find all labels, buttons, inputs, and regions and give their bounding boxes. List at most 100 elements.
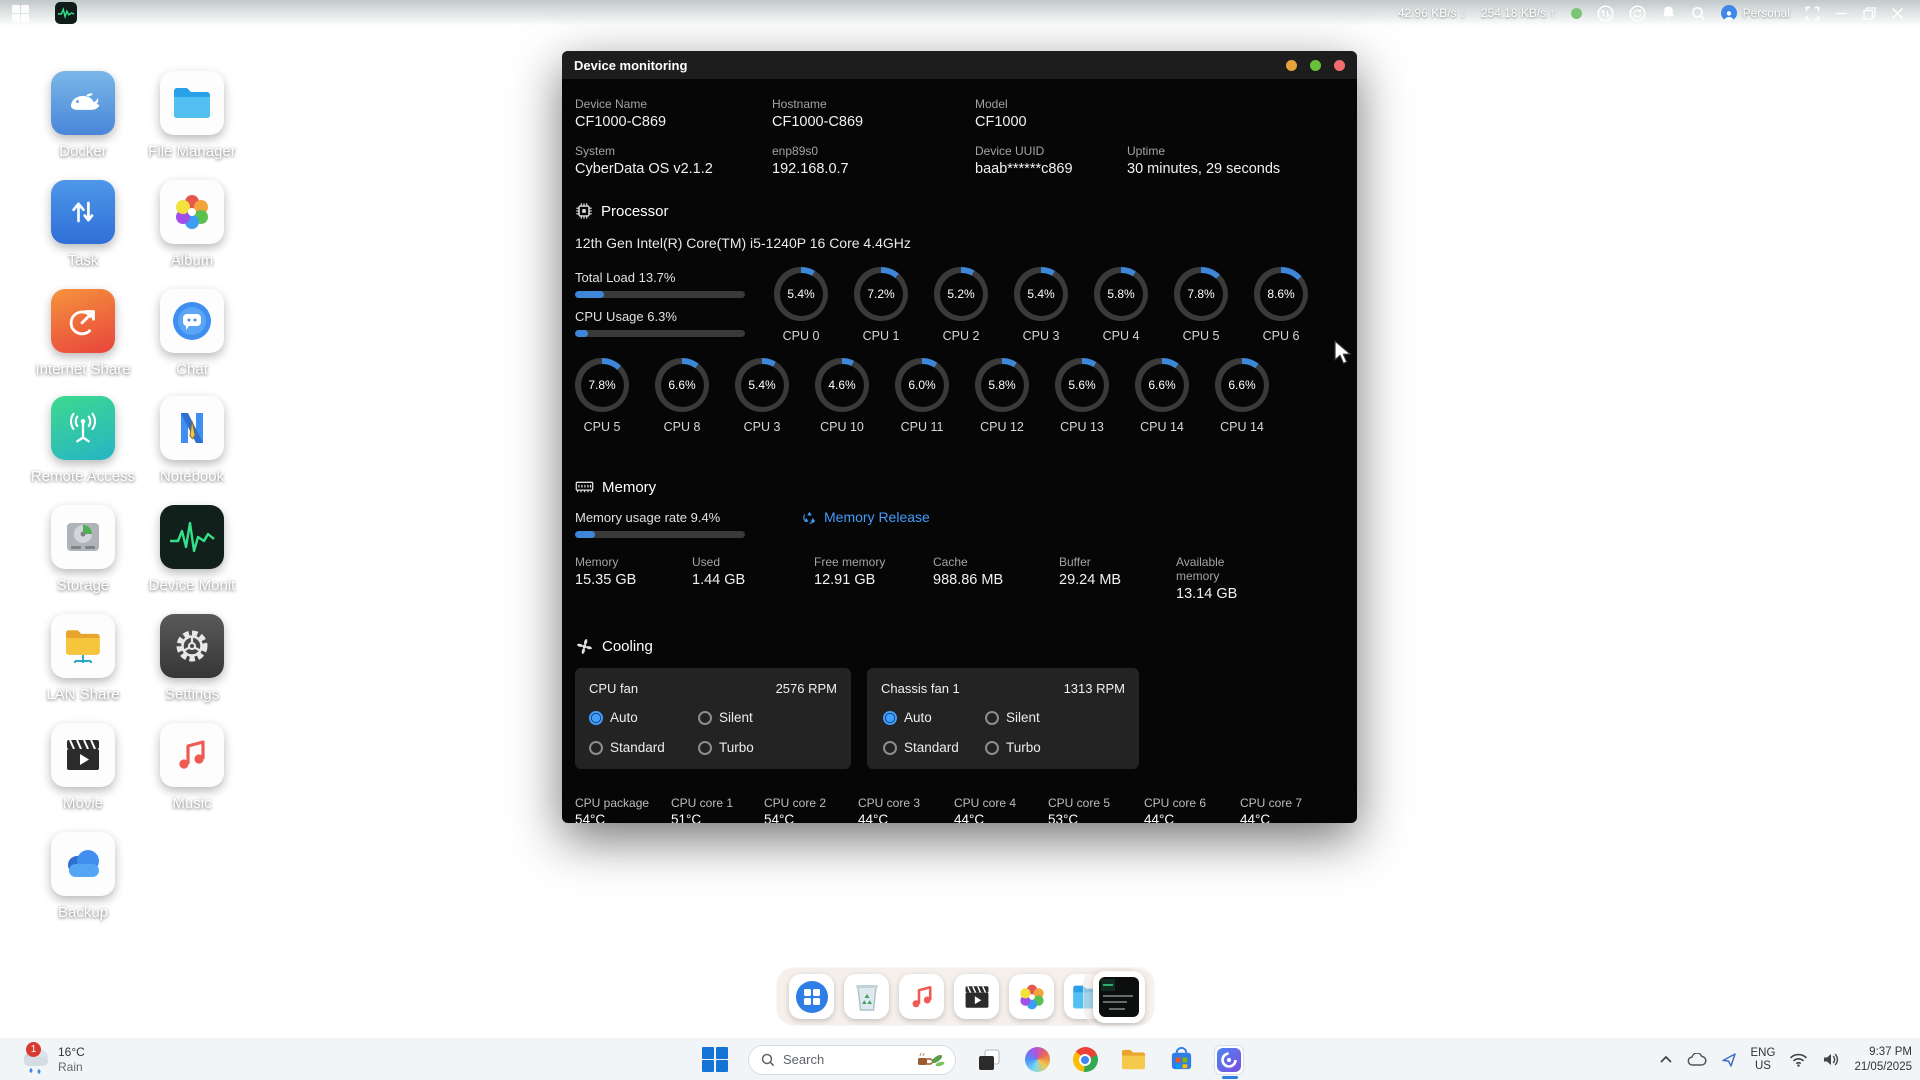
wifi-icon[interactable]: [1789, 1052, 1808, 1067]
processor-section-header: Processor: [575, 202, 669, 220]
chrome-button[interactable]: [1070, 1045, 1100, 1075]
cpu-fan-auto-radio[interactable]: Auto: [589, 710, 638, 725]
dock-recycle-bin[interactable]: [844, 974, 889, 1019]
task-view-icon: [976, 1047, 1002, 1073]
copilot-button[interactable]: [1022, 1045, 1052, 1075]
search-icon: [761, 1053, 775, 1067]
cpu-fan-turbo-radio[interactable]: Turbo: [698, 740, 754, 755]
status-dot-icon: [1571, 8, 1582, 19]
restore-button[interactable]: [1863, 7, 1876, 20]
app-launcher-icon[interactable]: [12, 5, 29, 22]
desktop-icon-album[interactable]: Album: [130, 180, 254, 269]
fan-name: Chassis fan 1: [881, 681, 960, 696]
memory-release-button[interactable]: Memory Release: [802, 509, 930, 525]
chassis-fan-standard-radio[interactable]: Standard: [883, 740, 959, 755]
folder-icon: [171, 85, 213, 121]
user-name-label: Personal: [1743, 6, 1790, 20]
onedrive-cloud-icon[interactable]: [1687, 1053, 1707, 1066]
fan-icon: [575, 637, 594, 656]
desktop-icon-movie[interactable]: Movie: [21, 723, 145, 812]
user-account-button[interactable]: Personal: [1721, 5, 1790, 21]
dock-app-launcher[interactable]: [789, 974, 834, 1019]
hard-disk-icon: [61, 517, 105, 557]
chassis-fan-auto-radio[interactable]: Auto: [883, 710, 932, 725]
language-indicator[interactable]: ENG US: [1751, 1047, 1776, 1073]
hidden-icons-chevron-icon[interactable]: [1659, 1055, 1673, 1064]
desktop-icon-storage[interactable]: Storage: [21, 505, 145, 594]
recycle-icon: [802, 510, 817, 525]
radio-icon: [985, 741, 999, 755]
temp-cpu-core-1: CPU core 151°C: [671, 796, 733, 823]
cpu-gauge: 5.4%CPU 3: [1001, 267, 1081, 343]
chassis-fan-turbo-radio[interactable]: Turbo: [985, 740, 1041, 755]
desktop-icon-music[interactable]: Music: [130, 723, 254, 812]
memory-total-cell: Memory15.35 GB: [575, 555, 636, 589]
music-note-icon: [172, 735, 212, 775]
task-view-button[interactable]: [974, 1045, 1004, 1075]
dock-album[interactable]: [1009, 974, 1054, 1019]
close-button[interactable]: [1891, 7, 1904, 20]
radio-icon: [698, 711, 712, 725]
fullscreen-icon[interactable]: [1805, 6, 1820, 21]
cpu-fan-standard-radio[interactable]: Standard: [589, 740, 665, 755]
nas-app-icon: [1216, 1047, 1242, 1073]
desktop-icon-docker[interactable]: Docker: [21, 71, 145, 160]
memory-free-cell: Free memory12.91 GB: [814, 555, 885, 589]
cpu-gauge: 5.6%CPU 13: [1042, 358, 1122, 434]
desktop-icon-chat[interactable]: Chat: [130, 289, 254, 378]
microsoft-store-button[interactable]: [1166, 1045, 1196, 1075]
date-label: 21/05/2025: [1854, 1060, 1912, 1075]
windows-taskbar: 1 16°C Rain Search: [0, 1037, 1920, 1080]
cpu-gauge-row-1: 5.4%CPU 0 7.2%CPU 1 5.2%CPU 2 5.4%CPU 3 …: [761, 267, 1321, 343]
download-arrow-icon: ↓: [1460, 6, 1466, 20]
desktop-icon-internet-share[interactable]: Internet Share: [21, 289, 145, 378]
model-cell: ModelCF1000: [975, 97, 1027, 131]
clock[interactable]: 9:37 PM 21/05/2025: [1854, 1045, 1912, 1075]
search-icon[interactable]: [1691, 6, 1706, 21]
close-traffic-light[interactable]: [1334, 60, 1345, 71]
sync-icon[interactable]: [1629, 5, 1646, 22]
dock-music[interactable]: [899, 974, 944, 1019]
maximize-traffic-light[interactable]: [1310, 60, 1321, 71]
notifications-bell-icon[interactable]: [1661, 5, 1676, 21]
device-monitor-running-app-icon[interactable]: [55, 2, 77, 24]
desktop-icon-notebook[interactable]: Notebook: [130, 396, 254, 485]
location-icon[interactable]: [1721, 1052, 1737, 1068]
cpu-fan-silent-radio[interactable]: Silent: [698, 710, 753, 725]
upload-arrow-icon: ↑: [1550, 6, 1556, 20]
start-button[interactable]: [700, 1045, 730, 1075]
radio-icon: [985, 711, 999, 725]
window-titlebar[interactable]: Device monitoring: [562, 51, 1357, 79]
cpu-model-text: 12th Gen Intel(R) Core(TM) i5-1240P 16 C…: [575, 235, 911, 251]
desktop-icon-task[interactable]: Task: [21, 180, 145, 269]
minimize-button[interactable]: [1835, 7, 1848, 20]
file-explorer-icon: [1120, 1048, 1147, 1071]
temp-cpu-core-4: CPU core 444°C: [954, 796, 1016, 823]
chassis-fan-silent-radio[interactable]: Silent: [985, 710, 1040, 725]
dock-device-monitor-window-thumbnail[interactable]: [1093, 971, 1145, 1023]
recycle-bin-icon: [852, 981, 882, 1013]
device-name-cell: Device NameCF1000-C869: [575, 97, 666, 131]
weather-widget[interactable]: 1 16°C Rain: [18, 1040, 85, 1080]
search-input[interactable]: Search: [748, 1045, 956, 1075]
desktop-icon-settings[interactable]: Settings: [130, 614, 254, 703]
temp-cpu-package: CPU package54°C: [575, 796, 649, 823]
desktop-icon-remote-access[interactable]: Remote Access: [21, 396, 145, 485]
radio-icon: [589, 741, 603, 755]
dock-movie[interactable]: [954, 974, 999, 1019]
desktop-icon-backup[interactable]: Backup: [21, 832, 145, 921]
desktop-icon-device-monitor[interactable]: Device Monit: [130, 505, 254, 594]
time-label: 9:37 PM: [1854, 1045, 1912, 1060]
volume-icon[interactable]: [1822, 1052, 1840, 1067]
network-upload-speed: 254.18 KB/s ↑: [1481, 6, 1556, 20]
radio-icon: [883, 711, 897, 725]
transfer-monitor-icon[interactable]: [1597, 5, 1614, 22]
window-title: Device monitoring: [574, 58, 687, 73]
desktop-icon-lan-share[interactable]: LAN Share: [21, 614, 145, 703]
circle-arrow-icon: [64, 302, 102, 340]
nas-desktop-app-button[interactable]: [1214, 1045, 1244, 1075]
minimize-traffic-light[interactable]: [1286, 60, 1297, 71]
desktop-icon-file-manager[interactable]: File Manager: [130, 71, 254, 160]
cpu-gauge: 4.6%CPU 10: [802, 358, 882, 434]
file-explorer-button[interactable]: [1118, 1045, 1148, 1075]
